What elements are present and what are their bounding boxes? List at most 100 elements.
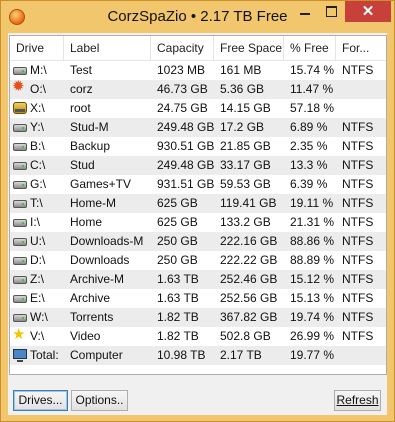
cell-capacity: 249.48 GB xyxy=(157,120,214,134)
cell-drive: M:\ xyxy=(30,63,47,77)
column-header-capacity[interactable]: Capacity xyxy=(151,36,214,60)
column-header-label[interactable]: Label xyxy=(64,36,151,60)
table-row[interactable]: ✹ O:\ corz 46.73 GB 5.36 GB 11.47 % xyxy=(10,78,386,99)
column-header-free-space[interactable]: ^ Free Space xyxy=(214,36,284,60)
client-area: Drive Label Capacity ^ Free Space % Free… xyxy=(8,33,387,415)
cell-pct-free: 15.13 % xyxy=(290,291,335,305)
column-header-filesystem[interactable]: For... xyxy=(336,36,386,60)
cell-capacity: 625 GB xyxy=(157,196,198,210)
table-row[interactable]: M:\ Test 1023 MB 161 MB 15.74 % NTFS xyxy=(10,61,386,80)
list-header: Drive Label Capacity ^ Free Space % Free… xyxy=(10,36,386,61)
drives-button[interactable]: Drives... xyxy=(13,390,68,411)
cell-label: Stud xyxy=(70,158,95,172)
column-header-drive[interactable]: Drive xyxy=(10,36,64,60)
cell-label: Torrents xyxy=(70,310,114,324)
cell-label: Video xyxy=(70,329,101,343)
table-row[interactable]: C:\ Stud 249.48 GB 33.17 GB 13.3 % NTFS xyxy=(10,156,386,175)
cell-drive: W:\ xyxy=(30,310,48,324)
cell-pct-free: 26.99 % xyxy=(290,329,335,343)
sort-ascending-icon: ^ xyxy=(246,36,251,41)
table-row[interactable]: ★ V:\ Video 1.82 TB 502.8 GB 26.99 % NTFS xyxy=(10,327,386,346)
minimize-button[interactable] xyxy=(291,1,319,22)
cell-filesystem xyxy=(342,99,386,118)
cell-filesystem: NTFS xyxy=(342,291,374,305)
hdd-icon xyxy=(12,254,28,267)
table-row[interactable]: Total: Computer 10.98 TB 2.17 TB 19.77 % xyxy=(10,346,386,365)
cell-capacity: 250 GB xyxy=(157,253,198,267)
column-header-pct-free[interactable]: % Free xyxy=(284,36,336,60)
column-header-free-space-label: Free Space xyxy=(220,41,283,55)
hdd-icon xyxy=(12,235,28,248)
cell-filesystem: NTFS xyxy=(342,158,374,172)
cell-drive: I:\ xyxy=(30,215,41,229)
drive-list[interactable]: Drive Label Capacity ^ Free Space % Free… xyxy=(9,35,387,375)
refresh-button-label: Refresh xyxy=(336,393,379,407)
cell-drive: Z:\ xyxy=(30,272,44,286)
cell-free-space: 33.17 GB xyxy=(220,158,271,172)
cell-free-space: 222.22 GB xyxy=(220,253,278,267)
cell-drive: D:\ xyxy=(30,253,46,267)
cell-pct-free: 13.3 % xyxy=(290,158,328,172)
cell-free-space: 252.56 GB xyxy=(220,291,278,305)
cell-label: root xyxy=(70,101,91,115)
hdd-icon xyxy=(12,121,28,134)
cell-filesystem: NTFS xyxy=(342,253,374,267)
cell-filesystem: NTFS xyxy=(342,234,374,248)
cell-free-space: 2.17 TB xyxy=(220,348,262,362)
cell-pct-free: 21.31 % xyxy=(290,215,335,229)
cell-label: Downloads-M xyxy=(70,234,144,248)
cell-drive: V:\ xyxy=(30,329,45,343)
cell-filesystem: NTFS xyxy=(342,196,374,210)
cell-pct-free: 88.89 % xyxy=(290,253,335,267)
root-drive-icon xyxy=(12,102,28,115)
cell-capacity: 1023 MB xyxy=(157,63,206,77)
cell-label: Archive-M xyxy=(70,272,125,286)
cell-free-space: 17.2 GB xyxy=(220,120,265,134)
cell-drive: O:\ xyxy=(30,82,47,96)
hdd-icon xyxy=(12,273,28,286)
close-button[interactable]: ✕ xyxy=(345,1,391,22)
refresh-button[interactable]: Refresh xyxy=(334,390,381,411)
table-row[interactable]: X:\ root 24.75 GB 14.15 GB 57.18 % xyxy=(10,99,386,118)
cell-free-space: 161 MB xyxy=(220,63,262,77)
table-row[interactable]: I:\ Home 625 GB 133.2 GB 21.31 % NTFS xyxy=(10,213,386,232)
cell-filesystem: NTFS xyxy=(342,310,374,324)
cell-drive: E:\ xyxy=(30,291,45,305)
options-button[interactable]: Options.. xyxy=(71,390,128,411)
cell-label: Home xyxy=(70,215,103,229)
network-burst-icon: ✹ xyxy=(12,78,25,95)
table-row[interactable]: W:\ Torrents 1.82 TB 367.82 GB 19.74 % NTFS xyxy=(10,308,386,327)
cell-capacity: 625 GB xyxy=(157,215,198,229)
table-row[interactable]: U:\ Downloads-M 250 GB 222.16 GB 88.86 % NTFS xyxy=(10,232,386,251)
table-row[interactable]: Y:\ Stud-M 249.48 GB 17.2 GB 6.89 % NTFS xyxy=(10,118,386,137)
cell-drive: Total: xyxy=(30,348,59,362)
options-button-label: Options.. xyxy=(75,393,124,407)
maximize-button[interactable] xyxy=(317,1,345,22)
cell-pct-free: 19.11 % xyxy=(290,196,334,210)
table-row[interactable]: Z:\ Archive-M 1.63 TB 252.46 GB 15.12 % NTFS xyxy=(10,270,386,289)
title-bar[interactable]: CorzSpaZio • 2.17 TB Free ✕ xyxy=(1,1,394,33)
hdd-icon xyxy=(12,64,28,77)
cell-label: Test xyxy=(70,63,93,77)
table-row[interactable]: G:\ Games+TV 931.51 GB 59.53 GB 6.39 % NTFS xyxy=(10,175,386,194)
table-row[interactable]: D:\ Downloads 250 GB 222.22 GB 88.89 % NTFS xyxy=(10,251,386,270)
cell-label: corz xyxy=(70,82,93,96)
cell-pct-free: 11.47 % xyxy=(290,82,334,96)
cell-label: Stud-M xyxy=(70,120,109,134)
cell-pct-free: 2.35 % xyxy=(290,139,328,153)
cell-free-space: 5.36 GB xyxy=(220,82,265,96)
cell-capacity: 249.48 GB xyxy=(157,158,214,172)
cell-free-space: 367.82 GB xyxy=(220,310,278,324)
cell-drive: T:\ xyxy=(30,196,43,210)
table-row[interactable]: T:\ Home-M 625 GB 119.41 GB 19.11 % NTFS xyxy=(10,194,386,213)
hdd-icon xyxy=(12,178,28,191)
cell-pct-free: 19.74 % xyxy=(290,310,335,324)
cell-filesystem xyxy=(342,346,386,365)
cell-capacity: 24.75 GB xyxy=(157,101,208,115)
cell-label: Downloads xyxy=(70,253,130,267)
cell-free-space: 222.16 GB xyxy=(220,234,278,248)
table-row[interactable]: B:\ Backup 930.51 GB 21.85 GB 2.35 % NTFS xyxy=(10,137,386,156)
hdd-icon xyxy=(12,197,28,210)
cell-capacity: 931.51 GB xyxy=(157,177,214,191)
table-row[interactable]: E:\ Archive 1.63 TB 252.56 GB 15.13 % NTFS xyxy=(10,289,386,308)
